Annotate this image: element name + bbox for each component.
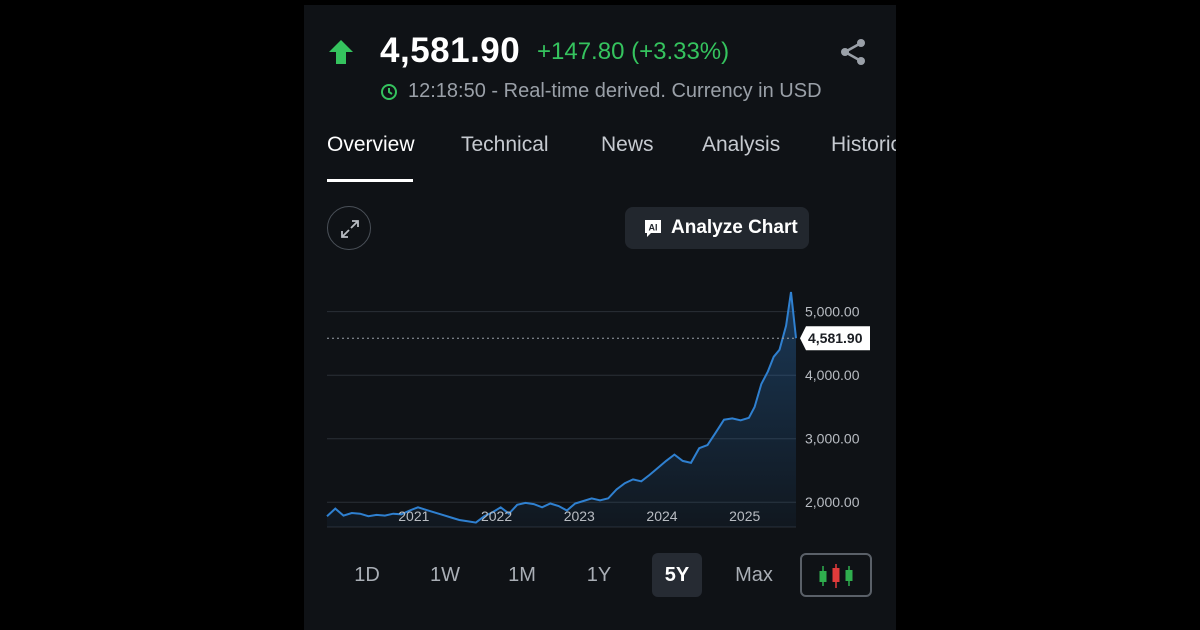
quote-meta-text: 12:18:50 - Real-time derived. Currency i… [408, 80, 822, 102]
y-tick-label: 5,000.00 [805, 304, 860, 320]
svg-text:AI: AI [649, 223, 658, 233]
up-arrow-icon [329, 40, 353, 64]
quote-meta-row: 12:18:50 - Real-time derived. Currency i… [304, 77, 896, 107]
period-1m[interactable]: 1M [497, 553, 547, 597]
quote-panel: 4,581.90 +147.80 (+3.33%) 12:18:50 - Rea… [304, 5, 896, 630]
period-max[interactable]: Max [729, 553, 779, 597]
x-tick-label: 2023 [564, 508, 595, 524]
analyze-chart-button[interactable]: AI Analyze Chart [625, 207, 809, 249]
analyze-chart-label: Analyze Chart [671, 217, 798, 238]
candlestick-toggle-button[interactable] [800, 553, 872, 597]
expand-chart-button[interactable] [327, 206, 371, 250]
x-tick-label: 2024 [646, 508, 677, 524]
price-row: 4,581.90 +147.80 (+3.33%) [304, 31, 896, 75]
x-tick-label: 2021 [398, 508, 429, 524]
ai-icon: AI [645, 220, 661, 237]
period-1y[interactable]: 1Y [574, 553, 624, 597]
tab-overview[interactable]: Overview [327, 129, 415, 161]
share-icon[interactable] [838, 37, 868, 67]
active-tab-indicator [327, 179, 413, 182]
expand-icon [341, 220, 359, 238]
period-5y[interactable]: 5Y [652, 553, 702, 597]
candlestick-icon [819, 564, 853, 588]
tab-bar: Overview Technical News Analysis Histori… [304, 129, 896, 189]
y-tick-label: 2,000.00 [805, 494, 860, 510]
tab-analysis[interactable]: Analysis [702, 129, 780, 161]
x-tick-label: 2025 [729, 508, 760, 524]
period-1d[interactable]: 1D [342, 553, 392, 597]
last-price-label: 4,581.90 [808, 330, 863, 346]
x-tick-label: 2022 [481, 508, 512, 524]
tab-technical[interactable]: Technical [461, 129, 549, 161]
period-selector: 1D 1W 1M 1Y 5Y Max [304, 553, 896, 599]
current-price: 4,581.90 [380, 31, 521, 70]
tab-historic[interactable]: Historic [831, 129, 896, 161]
period-1w[interactable]: 1W [420, 553, 470, 597]
y-tick-label: 4,000.00 [805, 367, 860, 383]
price-change: +147.80 (+3.33%) [537, 38, 730, 65]
chart-area-fill [327, 292, 796, 527]
tab-news[interactable]: News [601, 129, 654, 161]
y-tick-label: 3,000.00 [805, 431, 860, 447]
price-chart[interactable]: 2,000.00 3,000.00 4,000.00 5,000.00 2021 202… [304, 275, 896, 535]
